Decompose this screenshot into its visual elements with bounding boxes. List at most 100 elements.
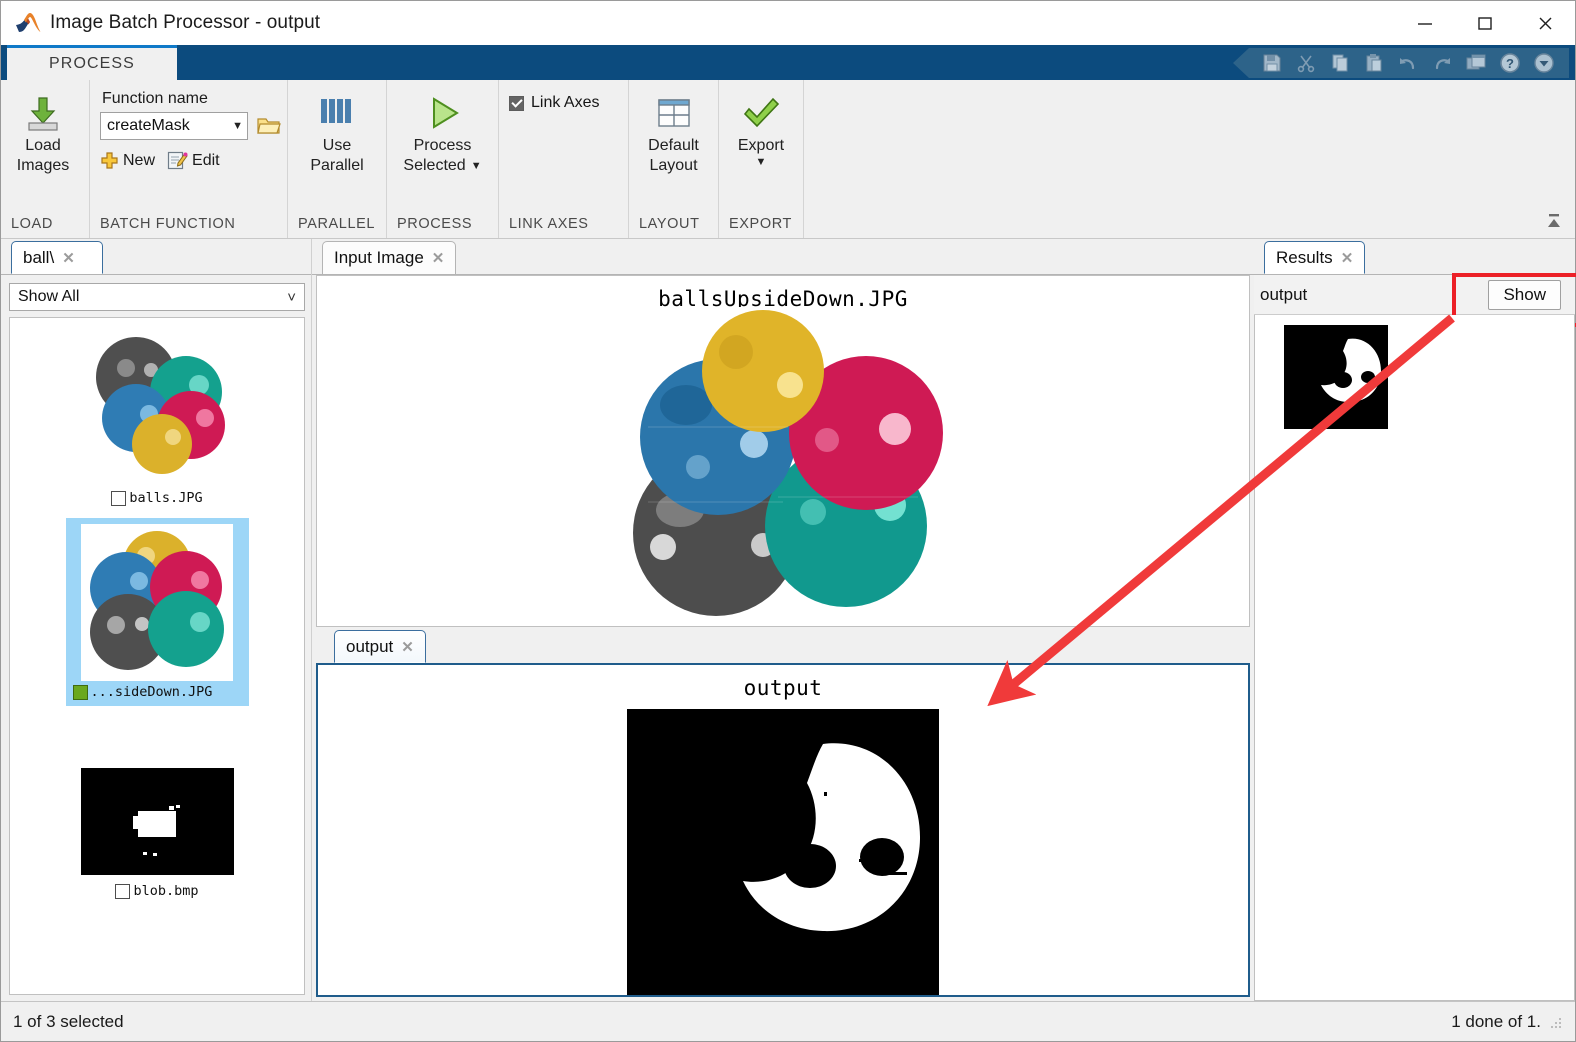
ribbon-group-load: Load Images LOAD <box>1 80 90 238</box>
chevron-down-icon: ▼ <box>232 120 243 132</box>
edit-function-button[interactable]: Edit <box>167 150 220 171</box>
save-icon[interactable] <box>1255 50 1289 76</box>
chevron-down-icon: ▼ <box>470 160 482 172</box>
undo-icon[interactable] <box>1391 50 1425 76</box>
list-item-checkbox[interactable] <box>72 684 88 700</box>
ribbon-group-link-axes-title: LINK AXES <box>509 216 589 232</box>
image-batch-processor-window: Image Batch Processor - output PROCESS ?… <box>0 0 1576 1042</box>
load-images-button[interactable]: Load Images <box>1 84 85 176</box>
ribbon-group-export-title: EXPORT <box>729 216 792 232</box>
process-selected-button[interactable]: Process Selected ▼ <box>390 84 496 176</box>
paste-icon[interactable] <box>1357 50 1391 76</box>
minimize-button[interactable] <box>1395 1 1455 45</box>
default-layout-button[interactable]: Default Layout <box>632 84 716 176</box>
export-label: Export <box>737 137 785 154</box>
output-mask-image <box>318 709 1248 995</box>
ribbon-group-export: Export ▼ EXPORT <box>719 80 804 238</box>
tab-ball-folder-label: ball\ <box>23 247 55 267</box>
output-image-canvas[interactable]: output <box>316 663 1250 997</box>
use-parallel-label-line1: Use <box>322 137 352 154</box>
results-preview-area[interactable] <box>1254 315 1575 1001</box>
list-item[interactable]: blob.bmp <box>10 762 304 901</box>
list-item[interactable]: ...sideDown.JPG <box>65 518 249 706</box>
list-item-name: blob.bmp <box>133 883 199 899</box>
ribbon-group-layout: Default Layout LAYOUT <box>629 80 719 238</box>
status-right-text: 1 done of 1. <box>1451 1011 1541 1031</box>
function-name-combobox[interactable]: createMask ▼ <box>100 112 248 140</box>
close-icon[interactable]: ✕ <box>62 249 75 267</box>
close-icon[interactable]: ✕ <box>401 638 414 656</box>
close-icon[interactable]: ✕ <box>1341 249 1354 267</box>
function-name-value: createMask <box>107 117 190 134</box>
result-thumbnail <box>1255 315 1574 434</box>
layout-icon[interactable] <box>1459 50 1493 76</box>
ribbon-tab-strip: PROCESS ? <box>1 45 1575 80</box>
status-left-text: 1 of 3 selected <box>13 1011 124 1031</box>
ribbon-group-layout-title: LAYOUT <box>639 216 700 232</box>
ribbon-group-parallel: Use Parallel PARALLEL <box>288 80 387 238</box>
list-item-checkbox[interactable] <box>115 883 131 899</box>
show-filter-value: Show All <box>18 288 80 305</box>
image-list-panel: ball\ ✕ Show All ˅ balls.JPG ...sideDown… <box>1 239 312 1001</box>
copy-icon[interactable] <box>1323 50 1357 76</box>
close-button[interactable] <box>1515 1 1575 45</box>
collapse-ribbon-icon[interactable] <box>1541 208 1567 234</box>
ribbon-group-process-title: PROCESS <box>397 216 473 232</box>
process-selected-label-line1: Process <box>413 137 472 154</box>
tab-input-image[interactable]: Input Image ✕ <box>322 241 457 274</box>
svg-text:?: ? <box>1506 56 1514 71</box>
tab-output-label: output <box>346 636 394 656</box>
resize-grip[interactable] <box>1549 1015 1563 1029</box>
blob-mask-thumbnail <box>80 768 234 880</box>
ribbon-group-parallel-title: PARALLEL <box>298 216 376 232</box>
matlab-icon <box>15 12 41 34</box>
tab-results[interactable]: Results ✕ <box>1264 241 1366 274</box>
new-function-label: New <box>123 151 156 169</box>
close-icon[interactable]: ✕ <box>432 249 445 267</box>
balls-upside-down-image <box>317 307 1249 619</box>
image-display-area: Input Image ✕ ballsUpsideDown.JPG output… <box>312 239 1254 1001</box>
browse-function-button[interactable] <box>254 112 284 140</box>
list-item-checkbox[interactable] <box>111 490 127 506</box>
input-image-canvas[interactable]: ballsUpsideDown.JPG <box>316 275 1250 627</box>
result-row-header: output Show <box>1254 275 1575 315</box>
plus-icon <box>101 152 118 169</box>
tab-results-label: Results <box>1276 247 1333 267</box>
title-bar: Image Batch Processor - output <box>1 1 1575 45</box>
left-panel-tabbar: ball\ ✕ <box>1 239 311 275</box>
use-parallel-label-line2: Parallel <box>310 157 364 174</box>
use-parallel-button[interactable]: Use Parallel <box>295 84 379 176</box>
ribbon-group-batch-function: Function name createMask ▼ New Edit BATC… <box>90 80 288 238</box>
maximize-button[interactable] <box>1455 1 1515 45</box>
list-item-name: ...sideDown.JPG <box>90 684 213 700</box>
open-folder-icon <box>257 118 281 134</box>
export-button[interactable]: Export ▼ <box>719 84 803 168</box>
parallel-bars-icon <box>316 92 358 136</box>
tab-output[interactable]: output ✕ <box>334 630 426 663</box>
tab-process[interactable]: PROCESS <box>7 45 177 80</box>
load-images-icon <box>22 92 64 136</box>
ribbon: Load Images LOAD Function name createMas… <box>1 80 1575 239</box>
ribbon-group-batch-function-title: BATCH FUNCTION <box>100 216 236 232</box>
quick-access-toolbar: ? <box>1233 48 1569 78</box>
show-filter-dropdown[interactable]: Show All ˅ <box>9 283 305 311</box>
window-controls <box>1395 1 1575 45</box>
redo-icon[interactable] <box>1425 50 1459 76</box>
help-icon[interactable]: ? <box>1493 50 1527 76</box>
results-panel: Results ✕ output Show <box>1254 239 1576 1001</box>
balls-upside-down-photo-thumbnail <box>81 524 233 681</box>
dropdown-icon[interactable] <box>1527 50 1561 76</box>
default-layout-icon <box>654 92 694 136</box>
new-function-button[interactable]: New <box>100 151 155 170</box>
link-axes-checkbox[interactable]: Link Axes <box>499 84 599 112</box>
list-item[interactable]: balls.JPG <box>10 326 304 508</box>
cut-icon[interactable] <box>1289 50 1323 76</box>
show-button[interactable]: Show <box>1488 279 1561 310</box>
ribbon-group-link-axes: Link Axes LINK AXES <box>499 80 629 238</box>
thumbnail-list[interactable]: balls.JPG ...sideDown.JPG blob.bmp <box>9 317 305 995</box>
list-item-caption: balls.JPG <box>111 490 203 506</box>
output-image-pane: output ✕ output <box>312 627 1254 1001</box>
tab-input-image-label: Input Image <box>334 248 424 267</box>
tab-ball-folder[interactable]: ball\ ✕ <box>11 241 103 274</box>
window-title: Image Batch Processor - output <box>50 12 321 33</box>
